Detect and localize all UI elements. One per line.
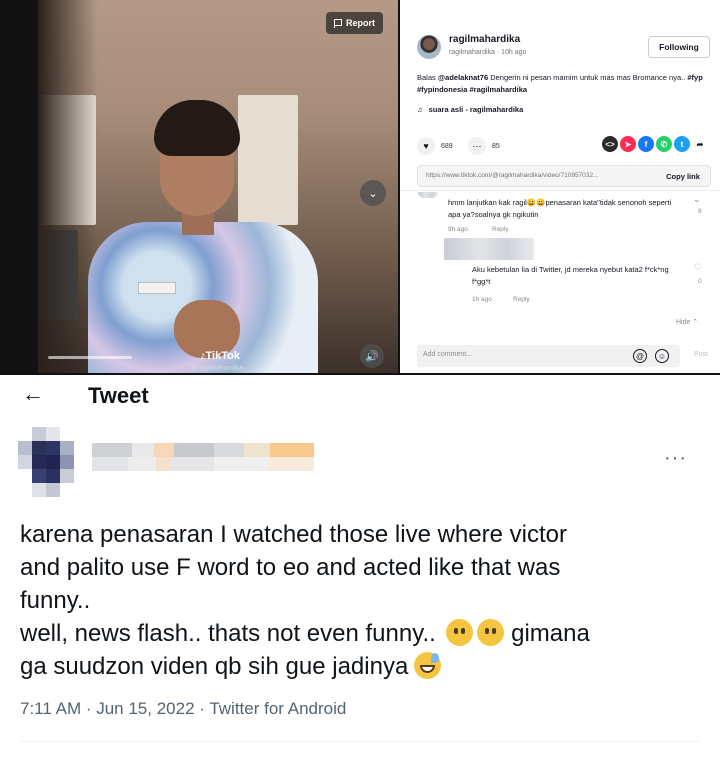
watermark-handle: @ragilmahardika: [190, 365, 244, 372]
tweet-text: karena penasaran I watched those live wh…: [20, 518, 700, 683]
comment-like-count: 8: [698, 208, 702, 215]
report-label: Report: [346, 18, 375, 28]
tiktok-watermark: ♪TikTok: [200, 350, 240, 362]
tweet-screenshot: ← Tweet ··· karena penasaran I watched t…: [0, 375, 720, 762]
tiktok-screenshot: Report ⌄ ♪TikTok @ragilmahardika 🔊 ragil…: [0, 0, 720, 373]
avatar[interactable]: [417, 35, 441, 59]
divider: [20, 741, 700, 742]
comment-icon: ⋯: [468, 137, 486, 155]
video-caption: Balas @adelaknat76 Dengerin ni pesan mam…: [417, 72, 707, 96]
hide-replies-button[interactable]: Hide ⌃: [676, 318, 698, 326]
face-without-mouth-icon: [446, 619, 474, 646]
avatar[interactable]: [18, 427, 76, 501]
caption-body: Dengerin ni pesan mamim untuk mas mas Br…: [488, 73, 688, 82]
like-stat[interactable]: ♥ 689: [417, 137, 453, 155]
flag-icon: [334, 18, 342, 28]
link-box: https://www.tiktok.com/@ragilmahardika/v…: [417, 165, 711, 187]
tweet-line-4-text: well, news flash.. thats not even funny.…: [20, 620, 436, 647]
tweet-line-5-text: ga suudzon viden qb sih gue jadinya: [20, 653, 409, 680]
tweet-line: funny..: [20, 587, 91, 614]
shirt-label: [138, 282, 176, 294]
chevron-down-icon[interactable]: ⌄: [693, 194, 701, 205]
reply-text: Aku kebetulan lia di Twitter, jd mereka …: [472, 265, 669, 286]
post-button[interactable]: Post: [694, 351, 708, 358]
divider: [400, 190, 720, 191]
add-comment-input[interactable]: Add comment... @ ☺: [417, 345, 680, 367]
copy-link-button[interactable]: Copy link: [654, 166, 712, 186]
heart-icon: ♥: [417, 137, 435, 155]
username[interactable]: ragilmahardika: [449, 34, 520, 45]
more-icon[interactable]: ···: [664, 447, 687, 470]
following-button[interactable]: Following: [648, 36, 710, 58]
twitter-icon[interactable]: t: [674, 136, 690, 152]
tiktok-video[interactable]: [38, 0, 398, 373]
tweet-line-5: ga suudzon viden qb sih gue jadinya: [20, 650, 700, 683]
grinning-sweat-icon: [414, 652, 442, 679]
face-without-mouth-icon: [477, 619, 505, 646]
reply-link[interactable]: Reply: [492, 226, 509, 233]
chevron-down-icon[interactable]: ⌄: [360, 180, 386, 206]
tweet-line-4: well, news flash.. thats not even funny.…: [20, 617, 700, 650]
reply-user-blurred: [444, 238, 534, 260]
comment-time: 9h ago: [448, 226, 468, 233]
comment-text: hmm lanjutkan kak ragil😀😀penasaran kata"…: [448, 198, 672, 219]
like-count: 689: [441, 142, 453, 150]
video-link[interactable]: https://www.tiktok.com/@ragilmahardika/v…: [426, 172, 652, 179]
tweet-timestamp[interactable]: 7:11 AM · Jun 15, 2022 · Twitter for And…: [20, 699, 346, 719]
tweet-line: and palito use F word to eo and acted li…: [20, 554, 561, 581]
volume-icon[interactable]: 🔊: [360, 344, 384, 368]
emoji-icon[interactable]: ☺: [655, 349, 669, 363]
share-arrow-icon[interactable]: ➦: [692, 136, 708, 152]
reply-like-count: 0: [698, 278, 702, 285]
tiktok-side-panel: ragilmahardika ragilmahardika · 10h ago …: [400, 0, 720, 373]
cabinet: [238, 95, 298, 225]
caption-mention[interactable]: @adelaknat76: [438, 73, 488, 82]
music-row[interactable]: ♫ suara asli - ragilmahardika: [417, 105, 523, 114]
whatsapp-icon[interactable]: ✆: [656, 136, 672, 152]
caption-prefix: Balas: [417, 73, 438, 82]
person-hair: [154, 100, 240, 156]
page-title: Tweet: [88, 383, 149, 408]
music-note-icon: ♫: [417, 105, 423, 114]
video-progress[interactable]: [48, 356, 132, 359]
send-icon[interactable]: ➤: [620, 136, 636, 152]
reply-link[interactable]: Reply: [513, 296, 530, 303]
arrow-left-icon[interactable]: ←: [22, 381, 44, 407]
comment-count: 85: [492, 142, 500, 150]
music-title: suara asli - ragilmahardika: [428, 105, 524, 114]
comment-stat[interactable]: ⋯ 85: [468, 137, 500, 155]
embed-icon[interactable]: <>: [602, 136, 618, 152]
tweet-line: karena penasaran I watched those live wh…: [20, 521, 567, 548]
post-subline: ragilmahardika · 10h ago: [449, 49, 527, 56]
mention-icon[interactable]: @: [633, 349, 647, 363]
comment-avatar-blurred: [418, 192, 438, 198]
report-button[interactable]: Report: [326, 12, 383, 34]
heart-outline-icon[interactable]: ♡: [694, 262, 702, 273]
reply-time: 1h ago: [472, 296, 492, 303]
add-comment-placeholder: Add comment...: [423, 351, 473, 358]
tweet-line-4-end: gimana: [504, 620, 590, 647]
display-name-blurred[interactable]: [92, 443, 322, 473]
facebook-icon[interactable]: f: [638, 136, 654, 152]
